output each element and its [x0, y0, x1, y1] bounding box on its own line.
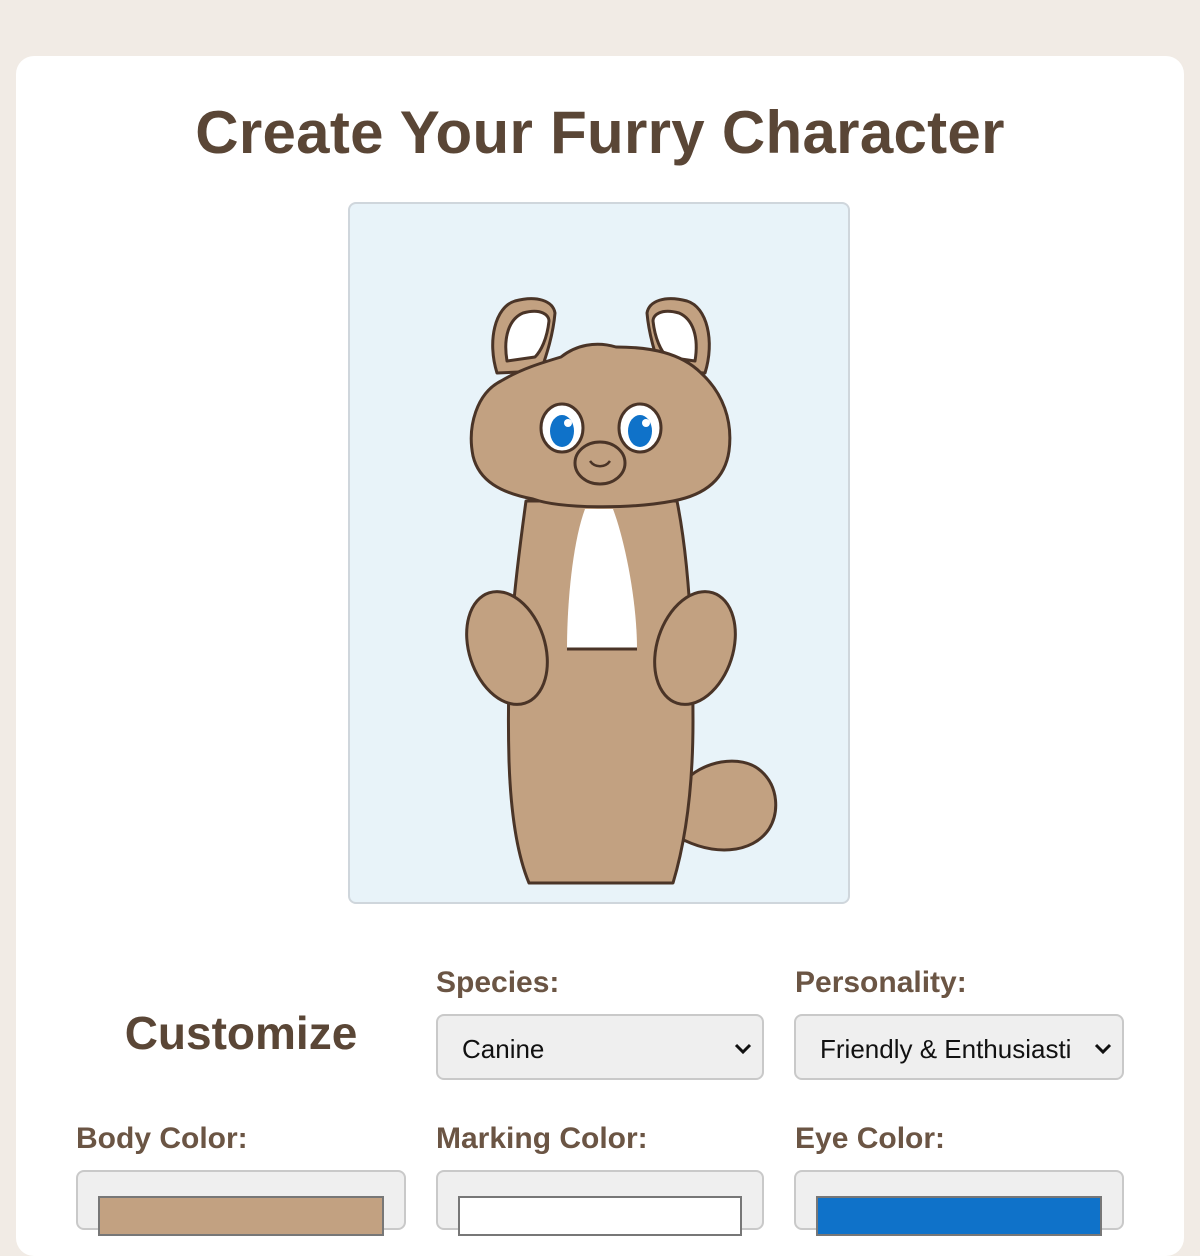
marking-color-swatch: [458, 1196, 742, 1236]
marking-color-picker[interactable]: [436, 1170, 764, 1236]
species-select-value: Canine: [462, 1034, 545, 1064]
page-title: Create Your Furry Character: [195, 99, 1005, 166]
personality-label: Personality:: [795, 966, 967, 999]
personality-select[interactable]: Friendly & Enthusiasti: [794, 1014, 1124, 1080]
chevron-down-icon: [734, 1043, 752, 1055]
eye-color-label: Eye Color:: [795, 1122, 946, 1155]
species-select[interactable]: Canine: [436, 1014, 764, 1080]
customize-heading: Customize: [124, 1007, 358, 1059]
character-preview: [348, 202, 850, 904]
character-illustration: [465, 297, 778, 885]
marking-color-label: Marking Color:: [436, 1122, 648, 1155]
personality-select-value: Friendly & Enthusiasti: [820, 1034, 1072, 1064]
muzzle: [573, 440, 627, 486]
body-color-label: Body Color:: [76, 1122, 248, 1155]
eye-color-swatch: [816, 1196, 1102, 1236]
left-eye-iris: [550, 415, 574, 447]
body-color-swatch: [98, 1196, 384, 1236]
eye-color-picker[interactable]: [794, 1170, 1124, 1236]
species-label: Species:: [436, 966, 560, 999]
right-eye-iris: [628, 415, 652, 447]
body-color-picker[interactable]: [76, 1170, 406, 1236]
chevron-down-icon: [1094, 1043, 1112, 1055]
